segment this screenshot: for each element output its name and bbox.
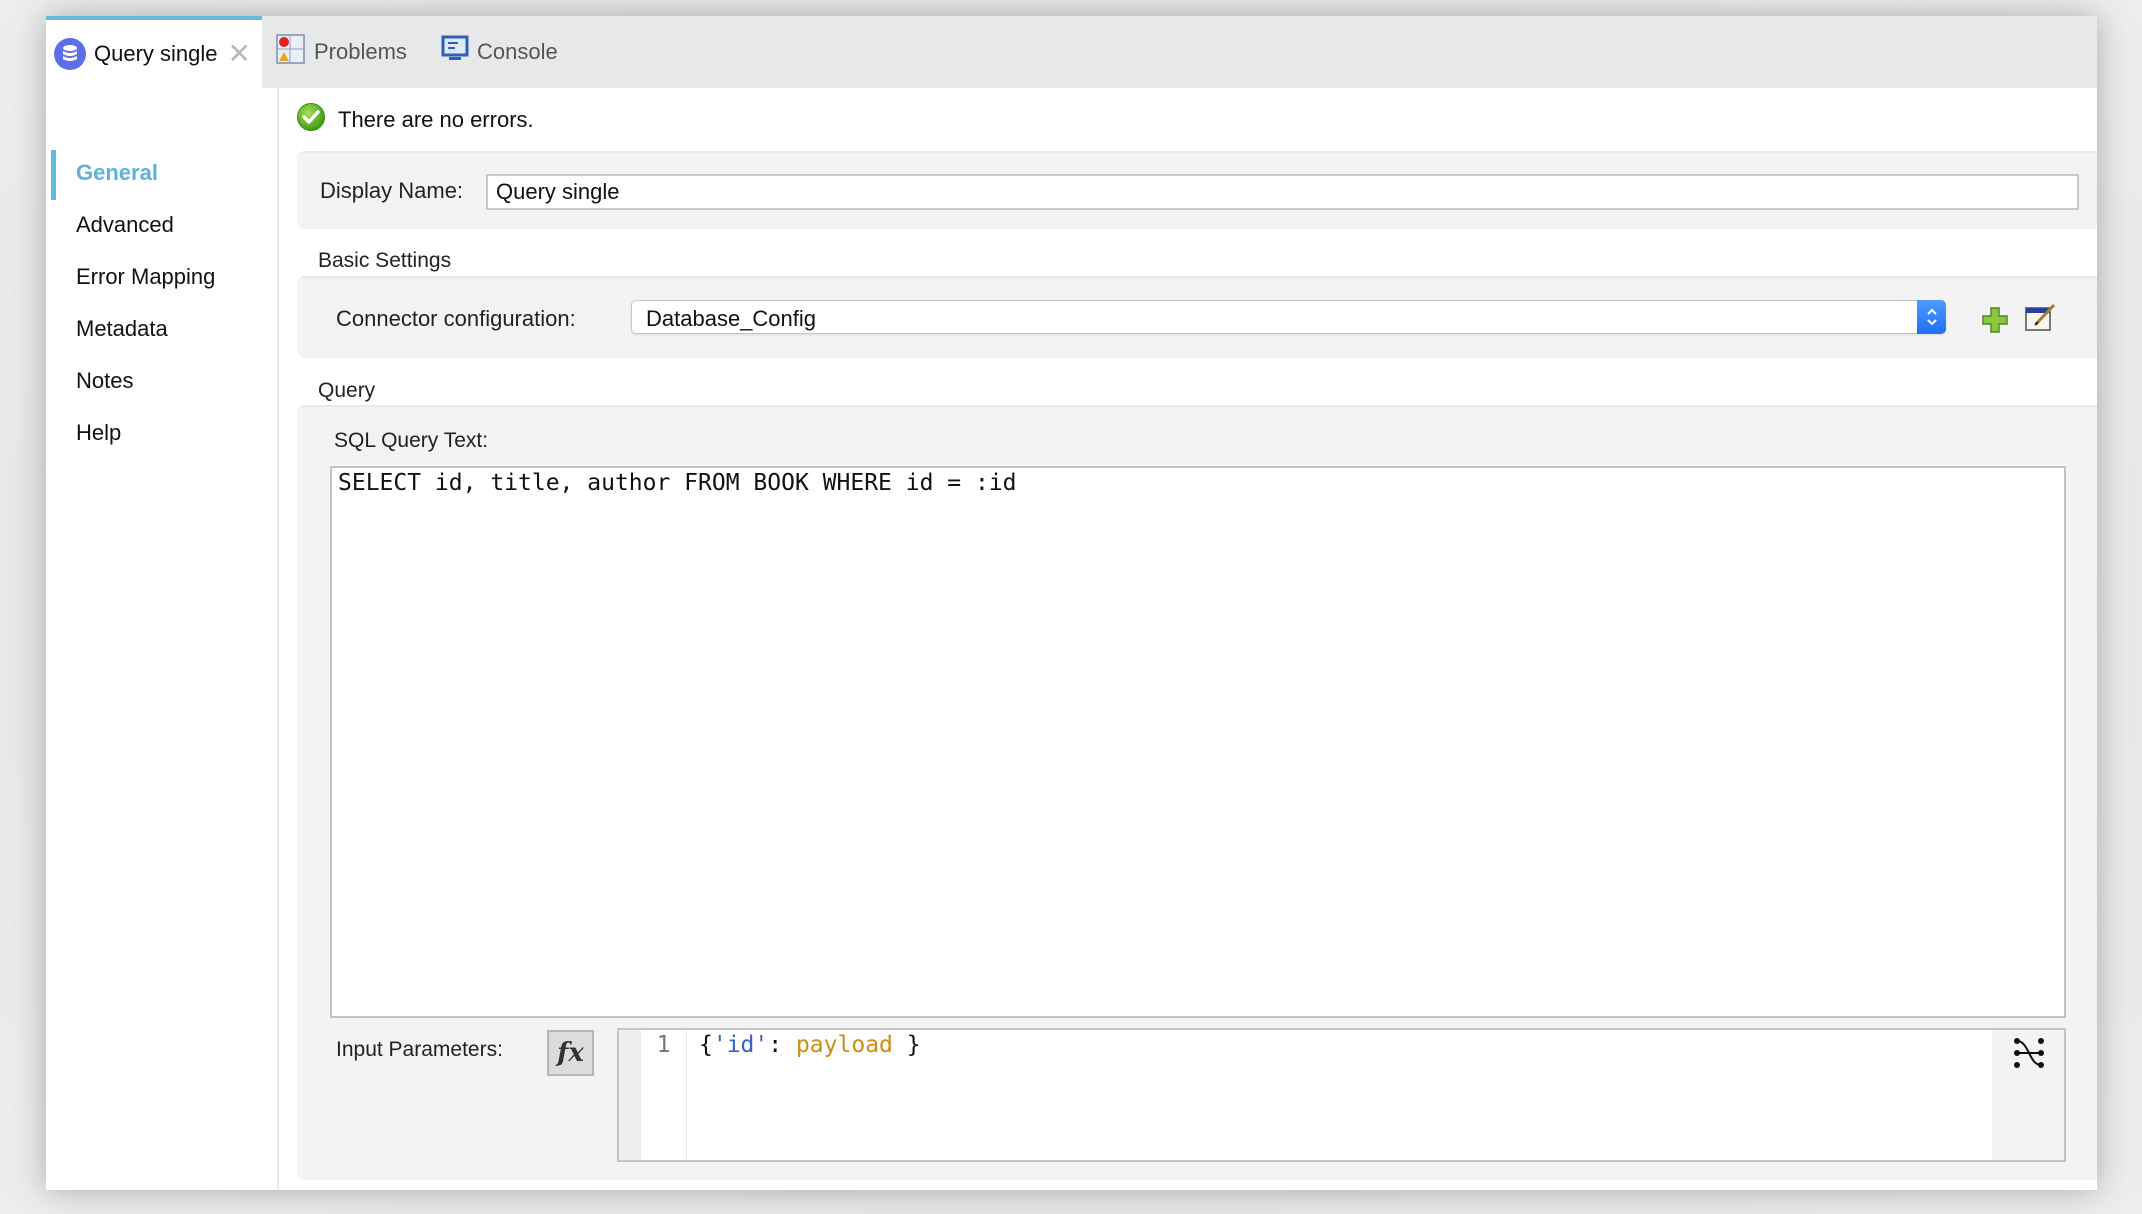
sidebar-item-error-mapping[interactable]: Error Mapping	[76, 264, 215, 290]
code-key: 'id'	[712, 1032, 769, 1058]
tab-label: Console	[477, 39, 558, 64]
sidebar-item-metadata[interactable]: Metadata	[76, 316, 168, 342]
basic-settings-heading: Basic Settings	[318, 249, 452, 272]
display-name-label: Display Name:	[320, 178, 464, 203]
sidebar: General Advanced Error Mapping Metadata …	[46, 88, 279, 1190]
editor-right-gutter	[1992, 1030, 2064, 1160]
sidebar-item-advanced[interactable]: Advanced	[76, 212, 174, 238]
fx-icon: fx	[557, 1038, 584, 1068]
problems-icon	[276, 34, 306, 70]
connector-configuration-select[interactable]: Database_Config	[631, 300, 1946, 334]
transform-mapping-icon[interactable]	[2012, 1036, 2046, 1075]
validation-status: There are no errors.	[296, 102, 534, 138]
select-stepper-icon	[1917, 300, 1946, 334]
console-icon	[441, 35, 469, 69]
tab-problems[interactable]: Problems	[276, 16, 407, 88]
edit-configuration-icon[interactable]	[2024, 302, 2056, 339]
status-text: There are no errors.	[338, 107, 534, 132]
sql-query-textarea[interactable]: SELECT id, title, author FROM BOOK WHERE…	[330, 466, 2066, 1018]
input-parameters-label: Input Parameters:	[336, 1038, 503, 1061]
code-brace-close: }	[892, 1032, 921, 1058]
tab-console[interactable]: Console	[441, 16, 558, 88]
properties-window: Query single ✕ Problems Console General …	[46, 16, 2097, 1190]
fx-expression-toggle[interactable]: fx	[547, 1030, 594, 1076]
code-value: payload	[795, 1032, 893, 1058]
tab-bar: Query single ✕ Problems Console	[46, 16, 2097, 88]
input-parameters-editor[interactable]: 1 {'id': payload }	[617, 1028, 2066, 1162]
sql-query-text-label: SQL Query Text:	[334, 429, 489, 452]
sidebar-item-help[interactable]: Help	[76, 420, 121, 446]
sidebar-item-notes[interactable]: Notes	[76, 368, 133, 394]
line-number: 1	[641, 1030, 687, 1160]
add-configuration-icon[interactable]	[1981, 306, 2009, 339]
editor-left-gutter	[619, 1030, 641, 1160]
display-name-input[interactable]	[486, 174, 2079, 210]
sidebar-item-general[interactable]: General	[76, 160, 158, 186]
database-icon	[54, 38, 86, 70]
tab-label: Problems	[314, 39, 407, 64]
check-circle-icon	[296, 102, 326, 138]
connector-configuration-value: Database_Config	[646, 306, 817, 331]
query-section-heading: Query	[318, 379, 376, 402]
close-tab-icon[interactable]: ✕	[228, 40, 251, 68]
connector-configuration-label: Connector configuration:	[336, 306, 576, 331]
code-line: {'id': payload }	[699, 1032, 921, 1058]
tab-label: Query single	[94, 41, 218, 66]
active-indicator	[51, 150, 56, 200]
code-brace-open: {	[699, 1032, 713, 1058]
tab-query-single[interactable]: Query single ✕	[46, 16, 262, 88]
code-colon: :	[768, 1032, 796, 1058]
